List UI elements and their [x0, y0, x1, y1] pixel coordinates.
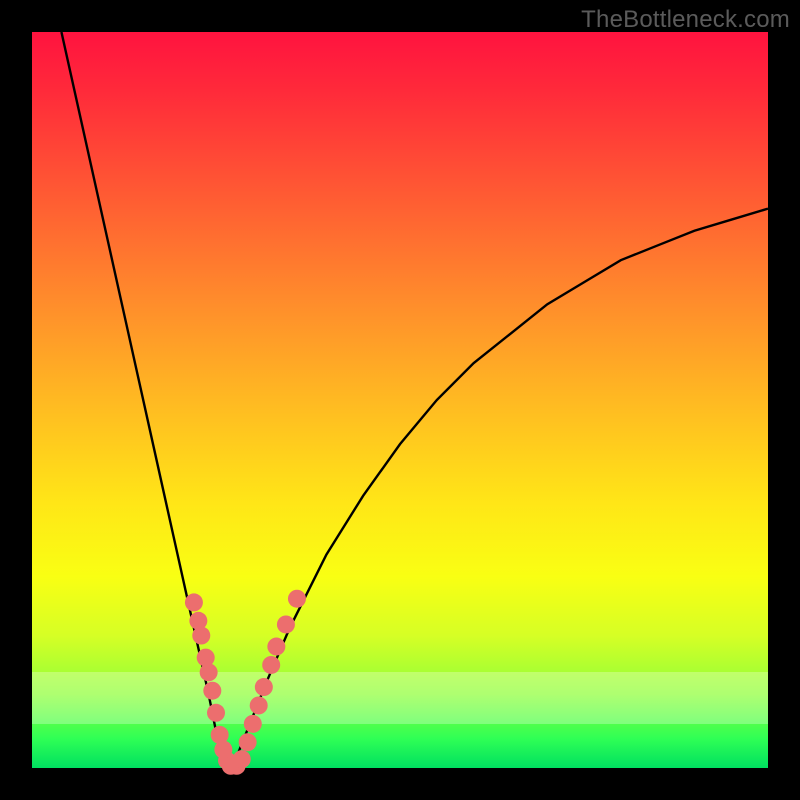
highlight-dot	[255, 678, 273, 696]
watermark-text: TheBottleneck.com	[581, 6, 790, 34]
highlight-dot	[250, 696, 268, 714]
highlight-dot	[207, 704, 225, 722]
highlight-dot	[267, 638, 285, 656]
highlight-dot	[244, 715, 262, 733]
highlight-dot	[192, 627, 210, 645]
plot-area	[32, 32, 768, 768]
highlight-dot	[277, 615, 295, 633]
highlight-dot	[288, 590, 306, 608]
highlight-dot	[262, 656, 280, 674]
highlight-dot	[185, 593, 203, 611]
highlight-dot	[200, 663, 218, 681]
highlight-dot	[239, 733, 257, 751]
chart-svg	[32, 32, 768, 768]
highlight-dot	[233, 750, 251, 768]
highlight-dot	[203, 682, 221, 700]
curve-right-branch	[231, 209, 768, 768]
chart-frame: TheBottleneck.com	[0, 0, 800, 800]
highlight-dots	[185, 590, 306, 775]
